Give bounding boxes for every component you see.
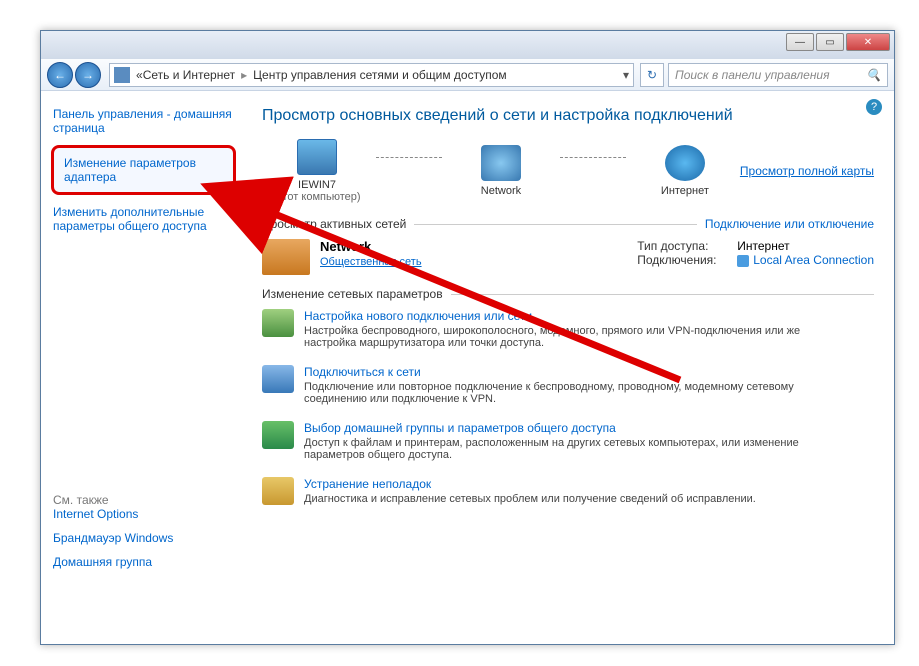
breadcrumb-seg2[interactable]: Центр управления сетями и общим доступом: [253, 68, 507, 82]
network-overview: IEWIN7 (этот компьютер) Network Интернет…: [262, 139, 874, 203]
back-button[interactable]: ←: [47, 62, 73, 88]
troubleshoot-icon: [262, 477, 294, 505]
minimize-button[interactable]: —: [786, 33, 814, 51]
settings-item-troubleshoot: Устранение неполадок Диагностика и испра…: [262, 477, 874, 505]
page-title: Просмотр основных сведений о сети и наст…: [262, 107, 874, 125]
homegroup-desc: Доступ к файлам и принтерам, расположенн…: [304, 437, 844, 461]
forward-button[interactable]: →: [75, 62, 101, 88]
overview-dash: [376, 157, 442, 158]
access-type-label: Тип доступа:: [637, 239, 737, 253]
new-connection-desc: Настройка беспроводного, широкополосного…: [304, 325, 844, 349]
breadcrumb-prefix: «: [136, 68, 143, 82]
settings-item-connect: Подключиться к сети Подключение или повт…: [262, 365, 874, 405]
internet-label: Интернет: [661, 185, 709, 197]
change-settings-header: Изменение сетевых параметров: [262, 287, 874, 301]
search-placeholder: Поиск в панели управления: [675, 68, 830, 82]
sidebar: Панель управления - домашняя страница Из…: [41, 91, 246, 644]
overview-network: Network: [446, 145, 556, 197]
sidebar-seealso-label: См. также: [53, 493, 234, 507]
active-networks-title: Просмотр активных сетей: [262, 217, 406, 231]
view-full-map-link[interactable]: Просмотр полной карты: [740, 164, 874, 178]
navigation-bar: ← → « Сеть и Интернет ▸ Центр управления…: [41, 59, 894, 91]
network-label: Network: [481, 185, 521, 197]
homegroup-link[interactable]: Выбор домашней группы и параметров общег…: [304, 421, 616, 435]
address-icon: [114, 67, 130, 83]
window-frame: — ▭ ✕ ← → « Сеть и Интернет ▸ Центр упра…: [40, 30, 895, 645]
refresh-button[interactable]: ↻: [640, 63, 664, 87]
overview-dash2: [560, 157, 626, 158]
sidebar-firewall[interactable]: Брандмауэр Windows: [53, 531, 234, 545]
active-network-category[interactable]: Общественная сеть: [320, 256, 422, 268]
troubleshoot-desc: Диагностика и исправление сетевых пробле…: [304, 493, 756, 505]
sidebar-home[interactable]: Панель управления - домашняя страница: [53, 107, 234, 135]
active-network-right: Тип доступа: Интернет Подключения: Local…: [637, 239, 874, 275]
window-body: Панель управления - домашняя страница Из…: [41, 91, 894, 644]
change-settings-title: Изменение сетевых параметров: [262, 287, 443, 301]
content-area: ? Просмотр основных сведений о сети и на…: [246, 91, 894, 644]
computer-sub: (этот компьютер): [273, 191, 360, 203]
sidebar-item-adapter[interactable]: Изменение параметров адаптера: [64, 156, 223, 184]
connections-label: Подключения:: [637, 253, 737, 267]
access-type-value: Интернет: [737, 239, 789, 253]
sidebar-item-adapter-highlighted: Изменение параметров адаптера: [51, 145, 236, 195]
sidebar-item-sharing[interactable]: Изменить дополнительные параметры общего…: [53, 205, 234, 233]
troubleshoot-link[interactable]: Устранение неполадок: [304, 477, 431, 491]
connect-icon: [262, 365, 294, 393]
computer-icon: [297, 139, 337, 175]
overview-computer: IEWIN7 (этот компьютер): [262, 139, 372, 203]
computer-name: IEWIN7: [298, 179, 336, 191]
settings-item-new-connection: Настройка нового подключения или сети На…: [262, 309, 874, 349]
active-network-left: Network Общественная сеть: [262, 239, 637, 275]
connection-link[interactable]: Local Area Connection: [753, 253, 874, 267]
connection-icon: [737, 255, 749, 267]
internet-icon: [665, 145, 705, 181]
titlebar: — ▭ ✕: [41, 31, 894, 59]
active-networks-header: Просмотр активных сетей Подключение или …: [262, 217, 874, 231]
address-bar[interactable]: « Сеть и Интернет ▸ Центр управления сет…: [109, 63, 634, 87]
bench-icon: [262, 239, 310, 275]
divider: [414, 224, 697, 225]
connect-desc: Подключение или повторное подключение к …: [304, 381, 844, 405]
close-button[interactable]: ✕: [846, 33, 890, 51]
overview-internet: Интернет: [630, 145, 740, 197]
help-icon[interactable]: ?: [866, 99, 882, 115]
network-icon: [481, 145, 521, 181]
active-network-name: Network: [320, 239, 422, 254]
sidebar-homegroup[interactable]: Домашняя группа: [53, 555, 234, 569]
connect-disconnect-link[interactable]: Подключение или отключение: [705, 217, 874, 231]
new-connection-link[interactable]: Настройка нового подключения или сети: [304, 309, 532, 323]
maximize-button[interactable]: ▭: [816, 33, 844, 51]
breadcrumb-seg1[interactable]: Сеть и Интернет: [143, 68, 235, 82]
search-icon: 🔍: [866, 68, 881, 82]
divider2: [451, 294, 874, 295]
active-network-row: Network Общественная сеть Тип доступа: И…: [262, 239, 874, 275]
search-input[interactable]: Поиск в панели управления 🔍: [668, 63, 888, 87]
breadcrumb-sep: ▸: [241, 68, 247, 82]
new-connection-icon: [262, 309, 294, 337]
chevron-down-icon[interactable]: ▾: [623, 68, 629, 82]
connect-link[interactable]: Подключиться к сети: [304, 365, 421, 379]
homegroup-icon: [262, 421, 294, 449]
settings-item-homegroup: Выбор домашней группы и параметров общег…: [262, 421, 874, 461]
sidebar-internet-options[interactable]: Internet Options: [53, 507, 234, 521]
